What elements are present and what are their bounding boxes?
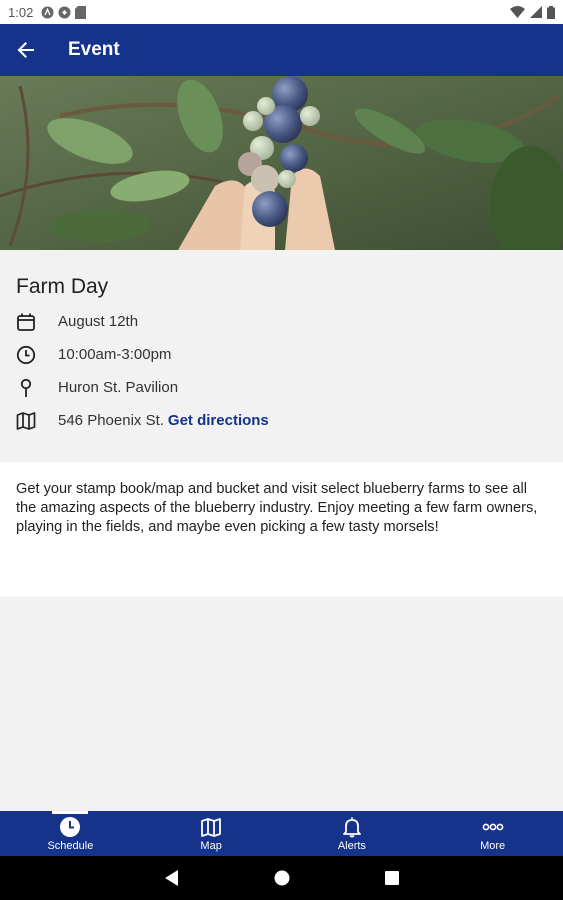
event-details: Farm Day August 12th 10:00am-3:00pm Huro… bbox=[0, 250, 563, 462]
event-title: Farm Day bbox=[16, 275, 109, 298]
event-address: 546 Phoenix St. bbox=[58, 412, 164, 429]
app-bar: Event bbox=[0, 24, 563, 76]
clock-icon bbox=[60, 816, 81, 837]
bottom-navigation: Schedule Map Alerts More bbox=[0, 811, 563, 856]
system-navigation-bar bbox=[0, 856, 563, 900]
nav-item-schedule[interactable]: Schedule bbox=[0, 811, 141, 856]
location-pin-icon bbox=[16, 378, 36, 398]
system-back-icon[interactable] bbox=[164, 870, 179, 886]
event-date: August 12th bbox=[58, 313, 139, 330]
clock-icon bbox=[16, 345, 36, 365]
event-description: Get your stamp book/map and bucket and v… bbox=[0, 462, 563, 597]
system-recents-icon[interactable] bbox=[384, 871, 399, 885]
signal-icon bbox=[530, 6, 542, 18]
sd-card-icon bbox=[75, 5, 87, 19]
back-arrow-icon bbox=[17, 42, 34, 58]
calendar-icon bbox=[16, 312, 36, 332]
nav-label-schedule: Schedule bbox=[47, 839, 94, 852]
get-directions-link[interactable]: Get directions bbox=[168, 412, 269, 429]
nav-item-more[interactable]: More bbox=[422, 811, 563, 856]
map-icon bbox=[201, 817, 222, 837]
event-venue: Huron St. Pavilion bbox=[58, 379, 179, 396]
notification-icon bbox=[41, 6, 54, 18]
nav-item-map[interactable]: Map bbox=[141, 811, 282, 856]
event-time: 10:00am-3:00pm bbox=[58, 346, 172, 363]
battery-icon bbox=[547, 5, 555, 19]
nav-label-map: Map bbox=[200, 839, 222, 852]
page-title: Event bbox=[68, 39, 120, 60]
event-date-row: August 12th bbox=[16, 305, 547, 338]
status-bar: 1:02 bbox=[0, 0, 563, 24]
notification-icons bbox=[41, 5, 87, 19]
system-home-icon[interactable] bbox=[274, 870, 290, 886]
event-venue-row: Huron St. Pavilion bbox=[16, 371, 547, 404]
event-hero-image bbox=[0, 76, 563, 250]
event-time-row: 10:00am-3:00pm bbox=[16, 338, 547, 371]
back-button[interactable] bbox=[0, 24, 52, 76]
more-dots-icon bbox=[482, 823, 504, 830]
nav-item-alerts[interactable]: Alerts bbox=[282, 811, 423, 856]
nav-label-alerts: Alerts bbox=[337, 839, 366, 852]
event-address-row: 546 Phoenix St. Get directions bbox=[16, 404, 547, 437]
notification-icon bbox=[58, 6, 71, 18]
map-icon bbox=[16, 411, 36, 431]
wifi-icon bbox=[510, 6, 525, 18]
bell-icon bbox=[342, 817, 361, 837]
nav-label-more: More bbox=[480, 839, 506, 852]
status-time: 1:02 bbox=[8, 4, 34, 20]
